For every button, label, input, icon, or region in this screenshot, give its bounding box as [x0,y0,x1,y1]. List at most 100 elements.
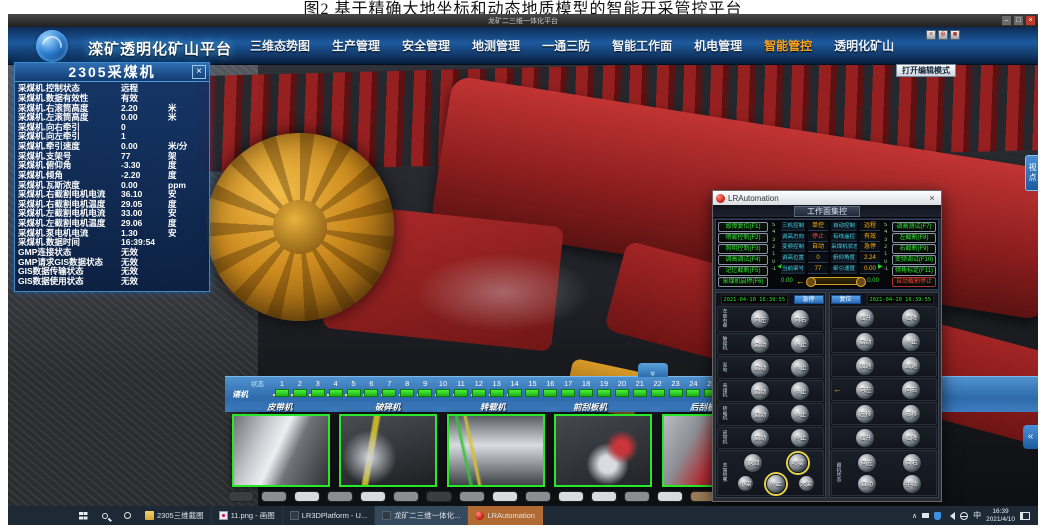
round-button[interactable]: 手动 [902,474,922,494]
function-button[interactable]: 调高测试(F7) [892,222,936,232]
round-button[interactable]: 向左 [750,309,770,329]
round-button[interactable]: 摇降 [901,308,921,328]
round-button[interactable]: 摇升 [855,428,875,448]
function-button[interactable]: 倾角标定(F11) [892,266,936,276]
panel-close-button[interactable]: × [192,65,206,79]
network-icon[interactable] [960,512,968,520]
round-button[interactable]: 自动 [857,474,877,494]
cortana-button[interactable] [116,506,138,525]
round-button[interactable]: 停止 [790,428,810,448]
round-button[interactable]: 右移 [901,404,921,424]
film-chip[interactable] [360,491,386,502]
round-button[interactable]: 启动 [750,381,770,401]
round-button[interactable]: 停止 [901,332,921,352]
round-button[interactable]: 向左 [855,380,875,400]
nav-item[interactable]: 安全管理 [402,37,450,54]
function-button[interactable]: 左截割(F8) [892,233,936,243]
nav-item[interactable]: 一通三防 [542,37,590,54]
round-button[interactable]: 向右 [790,309,810,329]
round-button[interactable]: 减速 [901,356,921,376]
function-button[interactable]: 故障复位(F1) [718,222,768,232]
clock[interactable]: 16:39 2021/4/10 [986,508,1015,524]
round-button[interactable]: 启动 [750,428,770,448]
task-button[interactable]: 11.png - 画图 [212,506,283,525]
task-button[interactable]: LR3DPlatform - U... [283,506,375,525]
maximize-button[interactable]: □ [1013,15,1024,26]
round-button[interactable]: 摇升 [855,308,875,328]
workface-control-tab[interactable]: 工作面集控 [794,206,860,217]
round-button[interactable]: 向左 [857,453,877,473]
camera-thumbnail-crusher[interactable] [339,414,437,487]
camera-thumbnail-loader[interactable] [447,414,545,487]
round-button[interactable]: 停止 [766,474,786,494]
nav-item[interactable]: 智能管控 [764,37,812,54]
round-button[interactable]: 大架 [798,475,815,492]
start-button[interactable] [72,506,94,525]
function-button[interactable]: 照明控制(F3) [718,244,768,254]
film-chip[interactable] [393,491,419,502]
round-button[interactable]: 启动 [750,358,770,378]
notification-icon[interactable] [1020,512,1030,520]
collapse-down-button[interactable]: « [638,363,668,377]
reset-button[interactable]: 复位 [831,295,861,304]
viewpoint-tab[interactable]: 视点 [1025,155,1038,191]
function-button[interactable]: 调高调试(F4) [718,255,768,265]
function-button[interactable]: 喷雾控制(F2) [718,233,768,243]
film-chip[interactable] [459,491,485,502]
search-button[interactable] [94,506,116,525]
film-chip[interactable] [525,491,551,502]
nav-item[interactable]: 机电管理 [694,37,742,54]
nav-item[interactable]: 智能工作面 [612,37,672,54]
camera-thumbnail-belt[interactable] [232,414,330,487]
nav-item[interactable]: 地测管理 [472,37,520,54]
film-chip[interactable] [426,491,452,502]
camera-thumbnail-front-scraper[interactable] [554,414,652,487]
round-button[interactable]: 喷雾 [788,453,808,473]
film-chip[interactable] [261,491,287,502]
tray-chevron-icon[interactable]: ∧ [912,512,917,520]
film-chip[interactable] [591,491,617,502]
function-button[interactable]: 右截割(F9) [892,244,936,254]
function-button[interactable]: 采煤机启停(F6) [718,277,768,287]
usb-icon[interactable] [922,513,929,518]
close-button[interactable]: × [1025,15,1036,26]
task-button[interactable]: LRAutomation [468,506,543,525]
collapse-right-tab[interactable]: « [1023,425,1038,449]
film-chip[interactable] [558,491,584,502]
speaker-icon[interactable] [946,512,955,520]
minimize-button[interactable]: – [1001,15,1012,26]
film-chip[interactable] [657,491,683,502]
film-chip[interactable] [228,491,254,502]
round-button[interactable]: 启动 [750,404,770,424]
round-button[interactable]: 向右 [901,380,921,400]
task-button[interactable]: 龙矿二三维一体化... [375,506,468,525]
open-edit-mode-button[interactable]: 打开编辑模式 [896,64,956,77]
function-button[interactable]: 记忆截割(F5) [718,266,768,276]
nav-item[interactable]: 生产管理 [332,37,380,54]
emergency-stop-button[interactable]: 急停 [794,295,824,304]
round-button[interactable]: 停止 [790,381,810,401]
nav-item[interactable]: 透明化矿山 [834,37,894,54]
round-button[interactable]: 加速 [855,356,875,376]
tools-icon[interactable]: × [926,30,936,40]
function-button[interactable]: 变频调试(F10) [892,255,936,265]
round-button[interactable]: 停止 [790,358,810,378]
film-chip[interactable] [492,491,518,502]
nav-item[interactable]: 三维态势图 [250,37,310,54]
round-button[interactable]: 启动 [855,332,875,352]
film-chip[interactable] [624,491,650,502]
round-button[interactable]: 左移 [855,404,875,424]
film-chip[interactable] [327,491,353,502]
ime-indicator[interactable]: 中 [973,510,981,521]
round-button[interactable]: 返回 [743,453,763,473]
round-button[interactable]: 小架 [737,475,754,492]
settings-icon[interactable]: ⊕ [938,30,948,40]
window-icon[interactable]: ■ [950,30,960,40]
round-button[interactable]: 停止 [790,404,810,424]
round-button[interactable]: 摇降 [901,428,921,448]
round-button[interactable]: 停止 [790,334,810,354]
function-button[interactable]: 自动截割停止 [892,277,936,287]
round-button[interactable]: 启动 [750,334,770,354]
round-button[interactable]: 向右 [902,453,922,473]
film-chip[interactable] [294,491,320,502]
